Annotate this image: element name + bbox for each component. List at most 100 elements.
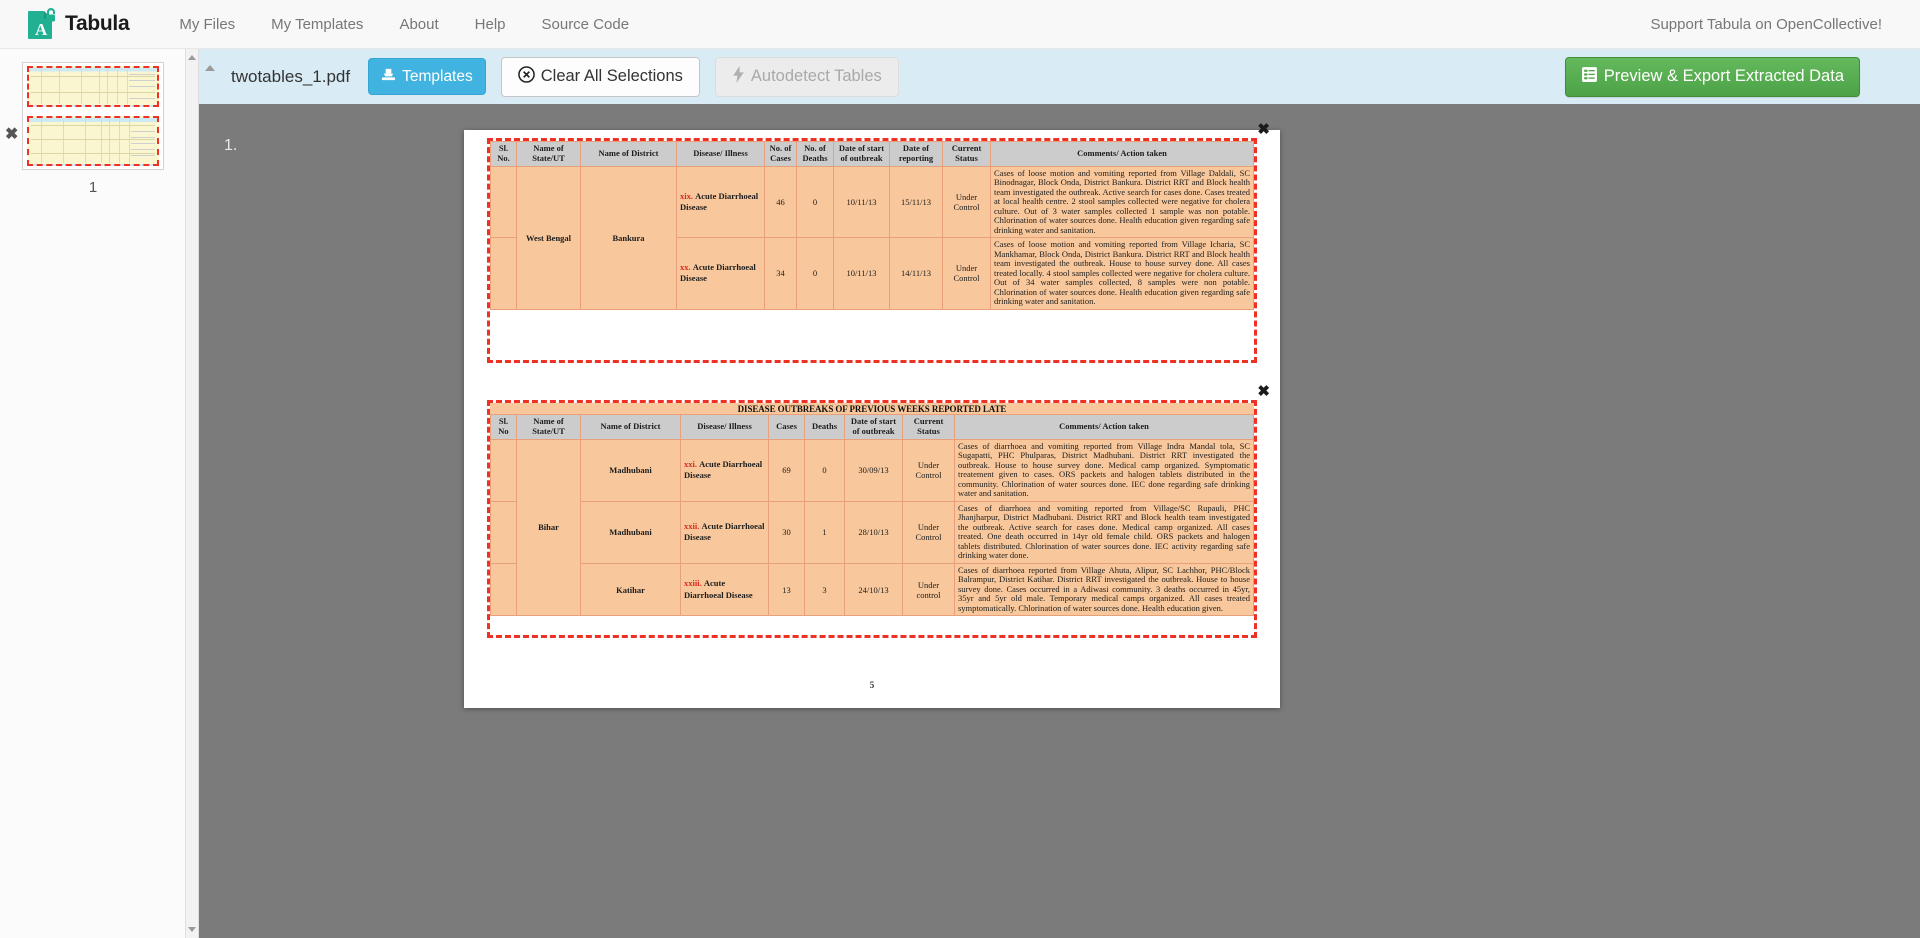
cell-disease: xxi. Acute Diarrhoeal Disease	[681, 439, 769, 501]
disease-roman-number: xxii.	[684, 521, 699, 531]
preview-export-label: Preview & Export Extracted Data	[1604, 68, 1844, 85]
file-name-label: twotables_1.pdf	[231, 67, 350, 87]
thumbnail-list: 1	[0, 49, 198, 196]
cell-cases: 13	[769, 563, 805, 616]
close-sidebar-icon[interactable]: ✖	[5, 127, 18, 143]
nav-link-my-files[interactable]: My Files	[161, 0, 253, 49]
thumbnail-selection-1	[27, 66, 159, 107]
th-comments: Comments/ Action taken	[991, 142, 1254, 167]
disease-roman-number: xx.	[680, 262, 691, 272]
toolbar-scroll-up-icon[interactable]	[205, 65, 215, 71]
cell-sl-no	[491, 501, 517, 563]
nav-link-support-opencollective[interactable]: Support Tabula on OpenCollective!	[1650, 0, 1882, 49]
cell-comments: Cases of diarrhoea and vomiting reported…	[955, 439, 1254, 501]
cell-reporting: 14/11/13	[890, 238, 943, 310]
brand[interactable]: A Tabula	[26, 8, 129, 40]
cell-disease: xx. Acute Diarrhoeal Disease	[677, 238, 765, 310]
templates-label: Templates	[402, 69, 473, 85]
nav-links: My Files My Templates About Help Source …	[161, 0, 647, 49]
th-state: Name of State/UT	[517, 415, 581, 440]
cell-state: Bihar	[517, 439, 581, 616]
extracted-table-1: Sl. No. Name of State/UT Name of Distric…	[490, 141, 1254, 310]
list-document-icon	[1581, 66, 1598, 87]
page-thumbnail-sidebar: ✖	[0, 49, 199, 938]
cell-district: Bankura	[581, 166, 677, 309]
cell-comments: Cases of diarrhoea reported from Village…	[955, 563, 1254, 616]
cell-disease: xix. Acute Diarrhoeal Disease	[677, 166, 765, 238]
main-content: twotables_1.pdf Templates Clear All Sele…	[199, 49, 1920, 938]
disease-roman-number: xix.	[680, 191, 693, 201]
nav-link-my-templates[interactable]: My Templates	[253, 0, 381, 49]
th-status: Current Status	[943, 142, 991, 167]
scroll-up-icon[interactable]	[188, 55, 196, 60]
remove-selection-2-icon[interactable]: ✖	[1257, 384, 1270, 399]
cell-deaths: 0	[797, 238, 834, 310]
cell-cases: 34	[765, 238, 797, 310]
cell-district: Madhubani	[581, 439, 681, 501]
th-cases: Cases	[769, 415, 805, 440]
cell-disease: xxiii. Acute Diarrhoeal Disease	[681, 563, 769, 616]
table-row: Bihar Madhubani xxi. Acute Diarrhoeal Di…	[491, 439, 1254, 501]
cell-comments: Cases of loose motion and vomiting repor…	[991, 238, 1254, 310]
svg-text:A: A	[35, 20, 48, 39]
cell-state: West Bengal	[517, 166, 581, 309]
thumbnail-page-number: 1	[22, 179, 164, 196]
th-status: Current Status	[903, 415, 955, 440]
cell-status: Under Control	[903, 439, 955, 501]
autodetect-tables-button[interactable]: Autodetect Tables	[715, 57, 899, 97]
tabula-pdf-unlock-icon: A	[26, 8, 56, 40]
nav-link-source-code[interactable]: Source Code	[524, 0, 648, 49]
cell-district: Katihar	[581, 563, 681, 616]
cell-status: Under control	[903, 563, 955, 616]
scroll-down-icon[interactable]	[188, 927, 196, 932]
cell-sl-no	[491, 166, 517, 238]
thumbnail-page-1[interactable]	[22, 62, 164, 170]
preview-export-button[interactable]: Preview & Export Extracted Data	[1565, 57, 1860, 97]
template-stamp-icon	[381, 67, 396, 86]
th-district: Name of District	[581, 142, 677, 167]
thumbnail-selection-2	[27, 116, 159, 166]
clear-circle-x-icon	[518, 66, 535, 87]
th-deaths: No. of Deaths	[797, 142, 834, 167]
templates-button[interactable]: Templates	[368, 58, 486, 95]
table-header-row: Sl. No Name of State/UT Name of District…	[491, 415, 1254, 440]
app-layout: ✖	[0, 49, 1920, 938]
nav-link-help[interactable]: Help	[457, 0, 524, 49]
table-row: Madhubani xxii. Acute Diarrhoeal Disease…	[491, 501, 1254, 563]
cell-start: 10/11/13	[834, 238, 890, 310]
th-deaths: Deaths	[805, 415, 845, 440]
th-start: Date of start of outbreak	[834, 142, 890, 167]
cell-deaths: 1	[805, 501, 845, 563]
th-district: Name of District	[581, 415, 681, 440]
page-index-label: 1.	[224, 137, 237, 155]
table-2-title: DISEASE OUTBREAKS OF PREVIOUS WEEKS REPO…	[490, 403, 1254, 414]
table-selection-2[interactable]: ✖ DISEASE OUTBREAKS OF PREVIOUS WEEKS RE…	[487, 400, 1257, 638]
th-sl-no: Sl. No.	[491, 142, 517, 167]
sidebar-scrollbar[interactable]	[185, 49, 198, 938]
cell-district: Madhubani	[581, 501, 681, 563]
clear-all-selections-button[interactable]: Clear All Selections	[501, 57, 700, 97]
autodetect-tables-label: Autodetect Tables	[751, 68, 882, 85]
table-selection-1[interactable]: ✖ Sl. No. Name of State/UT Name of Distr…	[487, 138, 1257, 363]
table-row: West Bengal Bankura xix. Acute Diarrhoea…	[491, 166, 1254, 238]
cell-deaths: 0	[805, 439, 845, 501]
th-cases: No. of Cases	[765, 142, 797, 167]
cell-start: 24/10/13	[845, 563, 903, 616]
th-comments: Comments/ Action taken	[955, 415, 1254, 440]
extracted-table-2: Sl. No Name of State/UT Name of District…	[490, 414, 1254, 616]
cell-sl-no	[491, 238, 517, 310]
cell-status: Under Control	[943, 238, 991, 310]
th-disease: Disease/ Illness	[677, 142, 765, 167]
table-header-row: Sl. No. Name of State/UT Name of Distric…	[491, 142, 1254, 167]
th-reporting: Date of reporting	[890, 142, 943, 167]
nav-link-about[interactable]: About	[381, 0, 456, 49]
pdf-page: ✖ Sl. No. Name of State/UT Name of Distr…	[464, 130, 1280, 708]
th-disease: Disease/ Illness	[681, 415, 769, 440]
disease-roman-number: xxi.	[684, 459, 697, 469]
table-row: Katihar xxiii. Acute Diarrhoeal Disease …	[491, 563, 1254, 616]
th-start: Date of start of outbreak	[845, 415, 903, 440]
cell-cases: 69	[769, 439, 805, 501]
remove-selection-1-icon[interactable]: ✖	[1257, 122, 1270, 137]
cell-cases: 30	[769, 501, 805, 563]
th-sl-no: Sl. No	[491, 415, 517, 440]
